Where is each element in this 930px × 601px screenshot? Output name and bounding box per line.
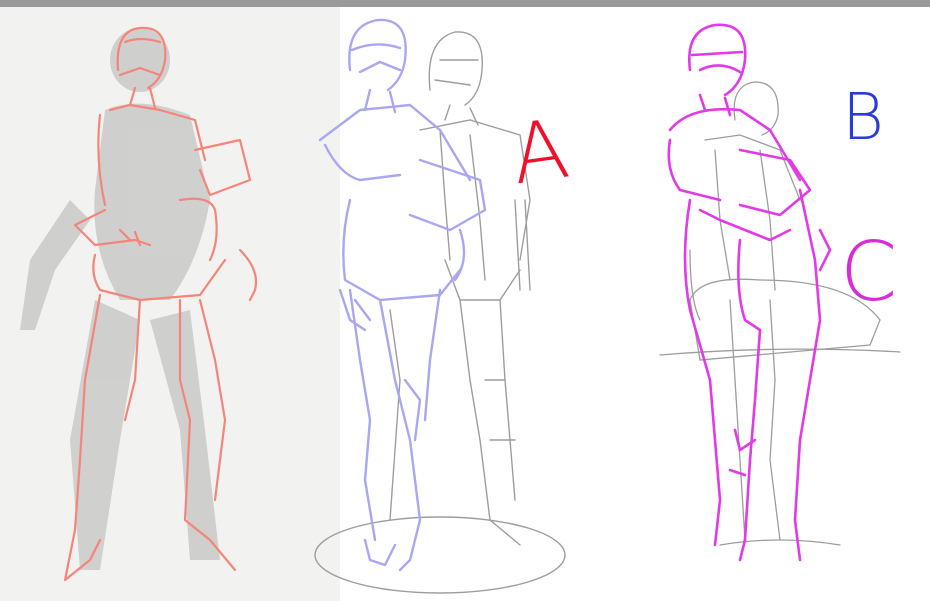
label-c: C — [840, 225, 898, 320]
sketch-layer — [20, 18, 901, 594]
label-a: A — [505, 101, 575, 204]
faded-reference-figure — [20, 28, 220, 570]
sketch-figure-b — [318, 18, 487, 572]
label-b: B — [842, 81, 884, 155]
drawing-canvas: A B C — [0, 0, 930, 601]
